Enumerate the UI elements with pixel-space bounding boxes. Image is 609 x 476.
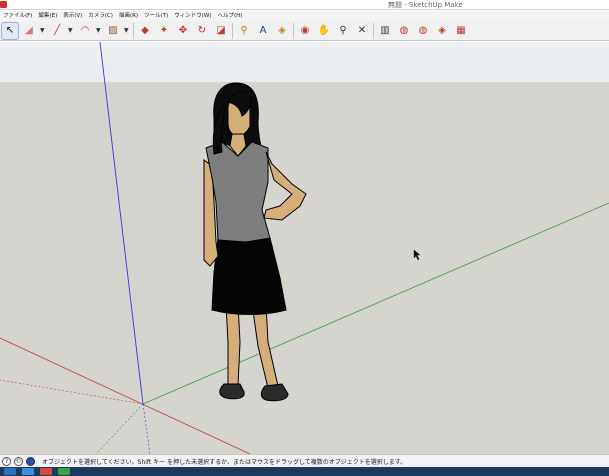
toolbar-separator	[232, 22, 233, 39]
chevron-down-icon[interactable]: ▼	[40, 27, 46, 34]
green-axis-dashed	[95, 403, 144, 454]
menu-view[interactable]: 表示(V)	[60, 11, 85, 21]
credits-icon[interactable]: ©	[14, 456, 23, 466]
info-icon[interactable]: ?	[2, 456, 11, 466]
close-button[interactable]	[591, 0, 609, 10]
menu-tools[interactable]: ツール(T)	[141, 11, 171, 21]
rectangle-tool[interactable]: ▨	[105, 23, 121, 39]
taskbar-app-icon-2[interactable]	[58, 468, 70, 475]
eraser-icon: ◢	[25, 24, 33, 36]
left-shoe	[219, 383, 245, 400]
maximize-button[interactable]	[573, 0, 591, 10]
menu-edit[interactable]: 編集(E)	[35, 11, 60, 21]
woman-figure[interactable]	[203, 82, 307, 402]
pan-tool[interactable]: ✋	[316, 23, 332, 39]
menu-draw[interactable]: 描画(R)	[116, 11, 141, 21]
share-model-icon: ◍	[399, 24, 409, 36]
geolocation-icon[interactable]	[26, 456, 35, 466]
tape-measure-tool[interactable]: ⚲	[236, 23, 252, 39]
taskbar-start-icon[interactable]	[4, 468, 16, 475]
warehouse-icon: ▥	[380, 24, 390, 36]
scale-tool[interactable]: ◪	[213, 23, 229, 39]
rotate-icon: ↻	[197, 24, 207, 36]
push-pull-icon: ◆	[141, 24, 149, 36]
zoom-extents-icon: ✕	[357, 24, 367, 36]
sketchup-app-icon	[0, 1, 7, 8]
status-bar: ? © オブジェクトを選択してください。Shift キー を押した未選択するか、…	[0, 454, 609, 467]
pan-icon: ✋	[317, 24, 331, 36]
eraser-tool[interactable]: ◢	[21, 23, 37, 39]
text-icon: A	[259, 24, 267, 36]
toolbar-separator	[373, 22, 374, 39]
main-toolbar: ↖ ◢ ▼ ╱ ▼ ◠ ▼ ▨ ▼ ◆ ✦ ✥ ↻ ◪ ⚲ A ◈ ◉ ✋ ⚲ ✕ ▥ ◍ ◍ ◈ ▦	[0, 21, 609, 41]
title-bar: 無題 - SketchUp Make	[0, 0, 609, 10]
window-controls	[555, 0, 609, 10]
toolbar-separator	[133, 22, 134, 39]
arc-icon: ◠	[80, 24, 90, 36]
menu-help[interactable]: ヘルプ(H)	[214, 11, 245, 21]
extension-warehouse-icon: ◈	[438, 24, 446, 36]
rectangle-icon: ▨	[108, 24, 118, 36]
taskbar-app-icon[interactable]	[40, 468, 52, 475]
menu-window[interactable]: ウィンドウ(W)	[171, 11, 214, 21]
zoom-icon: ⚲	[339, 24, 347, 36]
arc-tool[interactable]: ◠	[77, 23, 93, 39]
get-models-icon: ◍	[418, 24, 428, 36]
menu-camera[interactable]: カメラ(C)	[85, 11, 116, 21]
status-message: オブジェクトを選択してください。Shift キー を押した未選択するか、またはマ…	[42, 458, 407, 466]
chevron-down-icon[interactable]: ▼	[96, 27, 102, 34]
menu-file[interactable]: ファイル(F)	[0, 11, 35, 21]
toolbar-separator	[293, 22, 294, 39]
line-tool[interactable]: ╱	[49, 23, 65, 39]
line-icon: ╱	[53, 24, 61, 36]
chevron-down-icon[interactable]: ▼	[124, 27, 130, 34]
orbit-tool[interactable]: ◉	[297, 23, 313, 39]
rotate-tool[interactable]: ↻	[194, 23, 210, 39]
follow-me-tool[interactable]: ✦	[156, 23, 172, 39]
extension-warehouse-tool[interactable]: ◈	[434, 23, 450, 39]
paint-bucket-tool[interactable]: ◈	[274, 23, 290, 39]
warehouse-tool[interactable]: ▥	[377, 23, 393, 39]
red-axis-dashed	[0, 379, 144, 405]
taskbar-browser-icon[interactable]	[22, 468, 34, 475]
follow-me-icon: ✦	[159, 24, 169, 36]
move-icon: ✥	[178, 24, 188, 36]
orbit-icon: ◉	[300, 24, 310, 36]
select-tool[interactable]: ↖	[1, 21, 19, 40]
red-axis	[0, 337, 251, 454]
text-tool[interactable]: A	[255, 23, 271, 39]
zoom-extents-tool[interactable]: ✕	[354, 23, 370, 39]
minimize-button[interactable]	[555, 0, 573, 10]
get-models-tool[interactable]: ◍	[415, 23, 431, 39]
share-model-tool[interactable]: ◍	[396, 23, 412, 39]
tape-measure-icon: ⚲	[240, 24, 248, 36]
right-arm	[263, 151, 307, 221]
scene-canvas[interactable]	[0, 42, 609, 454]
left-leg	[225, 303, 241, 387]
push-pull-tool[interactable]: ◆	[137, 23, 153, 39]
blue-axis-dashed	[142, 403, 151, 454]
layout-icon: ▦	[456, 24, 466, 36]
move-tool[interactable]: ✥	[175, 23, 191, 39]
paint-bucket-icon: ◈	[278, 24, 286, 36]
blue-axis	[99, 42, 144, 405]
zoom-tool[interactable]: ⚲	[335, 23, 351, 39]
select-icon: ↖	[5, 24, 15, 36]
chevron-down-icon[interactable]: ▼	[68, 27, 74, 34]
right-leg	[251, 303, 279, 389]
os-taskbar	[0, 467, 609, 476]
window-title: 無題 - SketchUp Make	[388, 1, 463, 9]
layout-tool[interactable]: ▦	[453, 23, 469, 39]
drawing-area[interactable]	[0, 42, 609, 454]
skirt	[211, 237, 287, 315]
right-shoe	[260, 383, 289, 402]
mouse-cursor	[413, 249, 421, 261]
scale-icon: ◪	[216, 24, 226, 36]
menu-bar: ファイル(F) 編集(E) 表示(V) カメラ(C) 描画(R) ツール(T) …	[0, 11, 609, 21]
